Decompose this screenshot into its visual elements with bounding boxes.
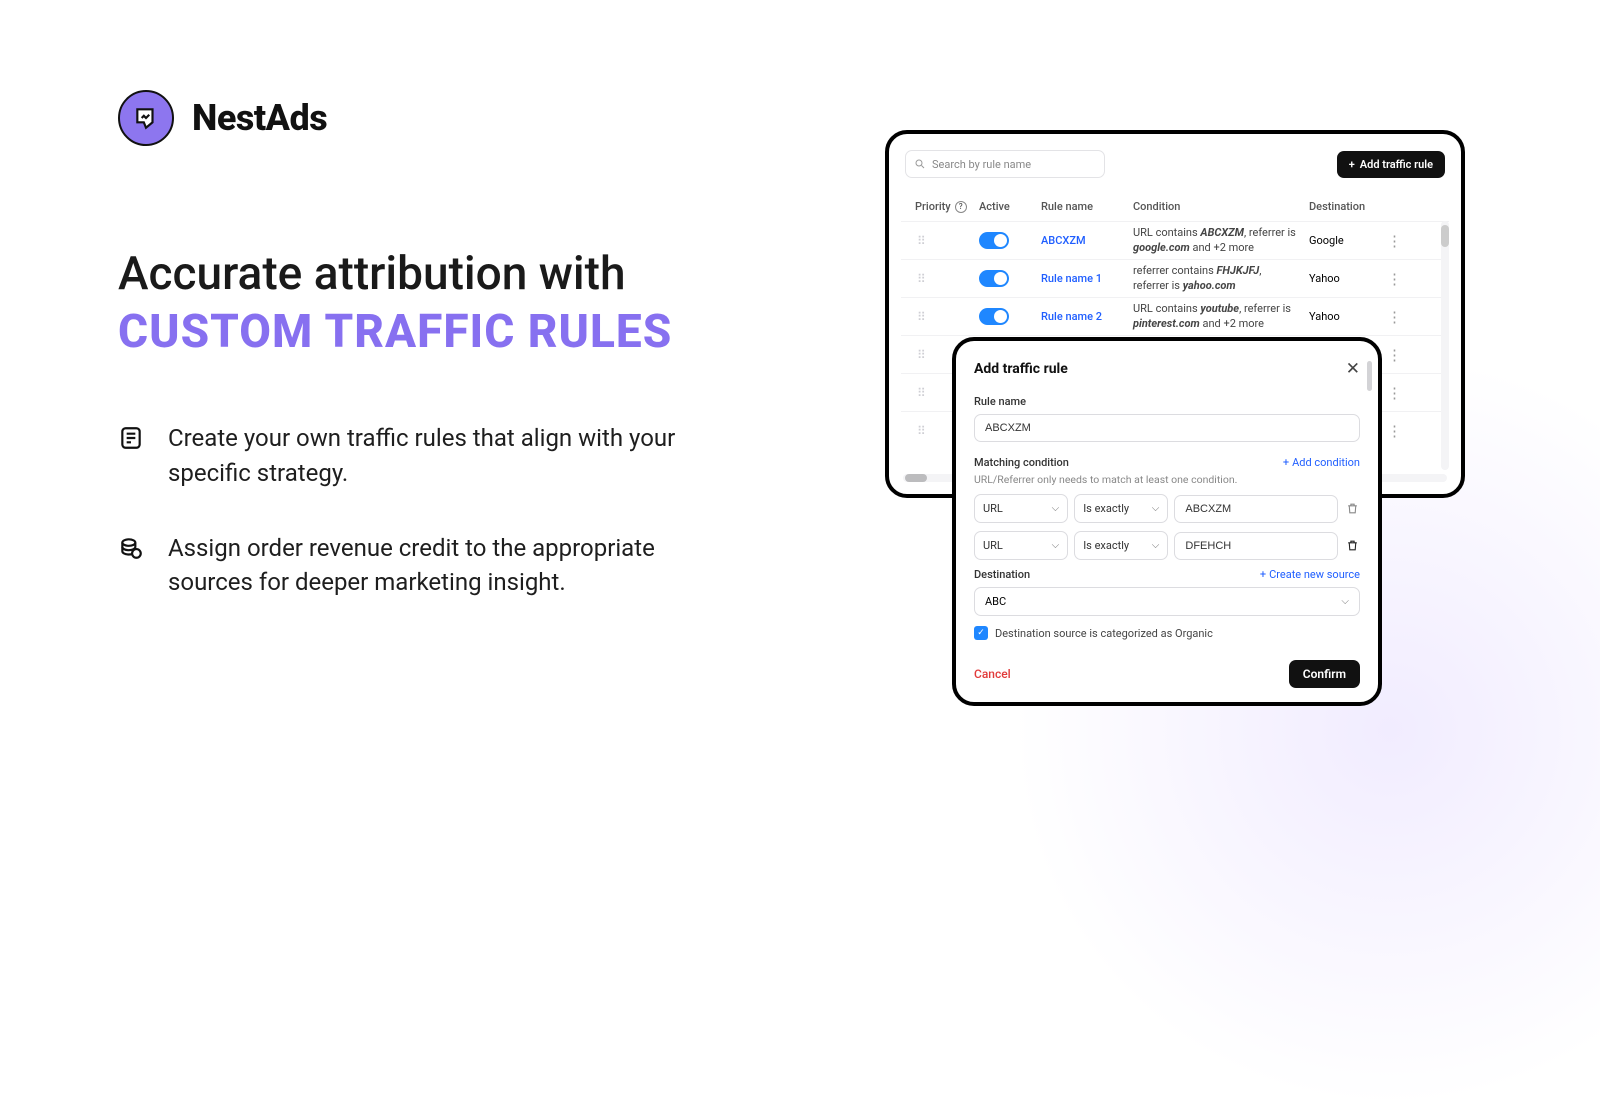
- create-source-button[interactable]: +Create new source: [1260, 568, 1360, 581]
- condition-row: URL⌵ Is exactly⌵: [974, 531, 1360, 560]
- drag-handle-icon[interactable]: ⠿: [905, 272, 979, 286]
- drag-handle-icon[interactable]: ⠿: [905, 234, 979, 248]
- row-menu-icon[interactable]: ⋮: [1387, 346, 1417, 364]
- modal-scrollbar[interactable]: [1367, 361, 1372, 391]
- brand-icon: [118, 90, 174, 146]
- row-menu-icon[interactable]: ⋮: [1387, 422, 1417, 440]
- rule-name-input[interactable]: [974, 414, 1360, 442]
- help-icon[interactable]: ?: [955, 201, 967, 213]
- row-menu-icon[interactable]: ⋮: [1387, 270, 1417, 288]
- brand-name: NestAds: [192, 97, 327, 139]
- brand: NestAds: [118, 90, 728, 146]
- active-toggle[interactable]: [979, 308, 1009, 325]
- table-row: ⠿ ABCXZM URL contains ABCXZM, referrer i…: [901, 221, 1449, 259]
- condition-field-select[interactable]: URL⌵: [974, 531, 1068, 560]
- modal-title: Add traffic rule: [974, 361, 1068, 377]
- rule-link[interactable]: Rule name 2: [1041, 310, 1102, 323]
- row-menu-icon[interactable]: ⋮: [1387, 384, 1417, 402]
- search-input[interactable]: Search by rule name: [905, 150, 1105, 178]
- condition-operator-select[interactable]: Is exactly⌵: [1074, 494, 1168, 523]
- organic-checkbox-label: Destination source is categorized as Org…: [995, 627, 1213, 640]
- drag-handle-icon[interactable]: ⠿: [905, 310, 979, 324]
- matching-hint: URL/Referrer only needs to match at leas…: [974, 473, 1360, 486]
- rule-link[interactable]: Rule name 1: [1041, 272, 1102, 285]
- feature-text-2: Assign order revenue credit to the appro…: [168, 531, 688, 601]
- matching-condition-label: Matching condition: [974, 456, 1069, 469]
- chevron-down-icon: ⌵: [1052, 503, 1060, 514]
- destination-select[interactable]: ABC⌵: [974, 587, 1360, 616]
- search-icon: [914, 158, 926, 170]
- chevron-down-icon: ⌵: [1152, 503, 1160, 514]
- vertical-scrollbar[interactable]: [1441, 221, 1449, 470]
- headline-line2: CUSTOM TRAFFIC RULES: [118, 304, 728, 362]
- cancel-button[interactable]: Cancel: [974, 667, 1011, 681]
- condition-field-select[interactable]: URL⌵: [974, 494, 1068, 523]
- feature-text-1: Create your own traffic rules that align…: [168, 421, 688, 491]
- add-condition-button[interactable]: +Add condition: [1283, 456, 1360, 469]
- plus-icon: +: [1349, 158, 1355, 171]
- row-menu-icon[interactable]: ⋮: [1387, 232, 1417, 250]
- chevron-down-icon: ⌵: [1052, 540, 1060, 551]
- table-row: ⠿ Rule name 2 URL contains youtube, refe…: [901, 297, 1449, 335]
- organic-checkbox[interactable]: ✓: [974, 626, 988, 640]
- row-menu-icon[interactable]: ⋮: [1387, 308, 1417, 326]
- document-icon: [118, 425, 144, 451]
- chevron-down-icon: ⌵: [1152, 540, 1160, 551]
- confirm-button[interactable]: Confirm: [1289, 660, 1360, 688]
- search-placeholder: Search by rule name: [932, 158, 1031, 171]
- destination-label: Destination: [974, 568, 1030, 581]
- condition-value-input[interactable]: [1174, 495, 1338, 523]
- coins-icon: [118, 535, 144, 561]
- active-toggle[interactable]: [979, 232, 1009, 249]
- trash-icon[interactable]: [1344, 502, 1360, 515]
- add-traffic-rule-button[interactable]: + Add traffic rule: [1337, 151, 1445, 178]
- table-row: ⠿ Rule name 1 referrer contains FHJKJFJ,…: [901, 259, 1449, 297]
- plus-icon: +: [1260, 568, 1266, 581]
- condition-value-input[interactable]: [1174, 532, 1338, 560]
- trash-icon[interactable]: [1344, 539, 1360, 552]
- rule-link[interactable]: ABCXZM: [1041, 234, 1086, 247]
- chevron-down-icon: ⌵: [1341, 596, 1349, 607]
- plus-icon: +: [1283, 456, 1289, 469]
- close-icon[interactable]: ✕: [1346, 359, 1360, 379]
- active-toggle[interactable]: [979, 270, 1009, 287]
- add-traffic-rule-modal: Add traffic rule ✕ Rule name Matching co…: [952, 337, 1382, 706]
- condition-row: URL⌵ Is exactly⌵: [974, 494, 1360, 523]
- rule-name-label: Rule name: [974, 395, 1360, 408]
- condition-operator-select[interactable]: Is exactly⌵: [1074, 531, 1168, 560]
- headline-line1: Accurate attribution with: [118, 246, 728, 304]
- table-header: Priority? Active Rule name Condition Des…: [901, 192, 1449, 221]
